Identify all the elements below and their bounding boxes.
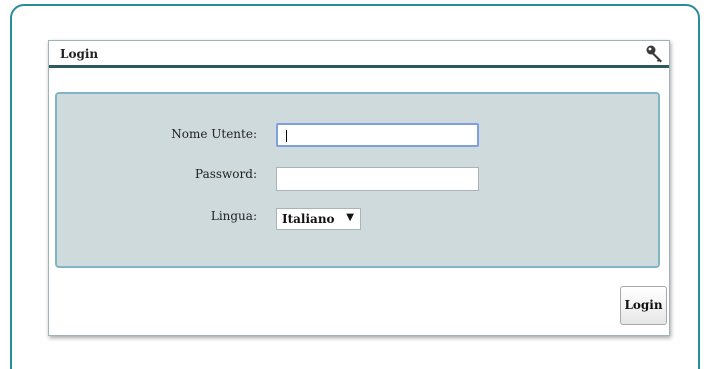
language-label: Lingua:: [210, 209, 257, 223]
login-form: Nome Utente: Password: Lingua: Italiano …: [55, 92, 660, 268]
password-label: Password:: [195, 167, 257, 181]
chevron-down-icon: ▼: [346, 212, 354, 223]
username-label: Nome Utente:: [171, 127, 257, 141]
login-panel: Login Nome Utente: Password: Lingua: Ita…: [48, 40, 670, 336]
panel-title: Login: [60, 47, 99, 61]
username-input[interactable]: [276, 123, 479, 147]
password-input[interactable]: [276, 167, 479, 191]
language-selected-value: Italiano: [282, 212, 335, 226]
text-caret: [286, 130, 287, 142]
login-button[interactable]: Login: [620, 286, 667, 325]
language-select[interactable]: Italiano ▼: [276, 208, 361, 230]
panel-header: Login: [49, 41, 669, 68]
key-icon: [646, 45, 662, 63]
